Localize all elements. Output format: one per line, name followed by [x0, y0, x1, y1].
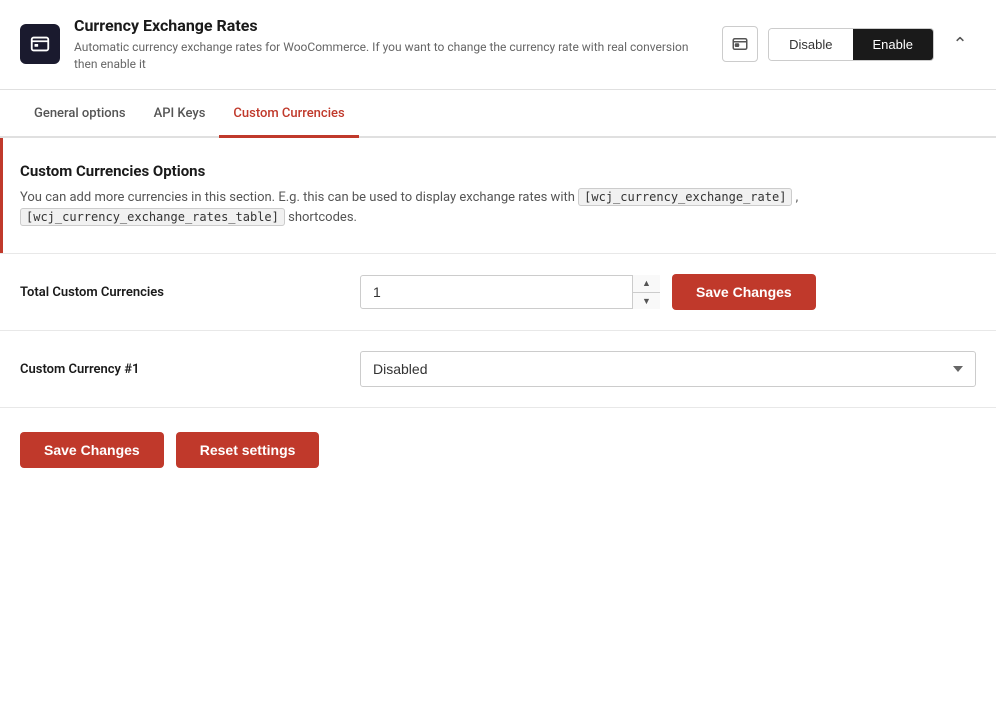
number-input-wrapper: ▲ ▼	[360, 275, 660, 309]
spin-down-button[interactable]: ▼	[633, 293, 660, 310]
spin-buttons: ▲ ▼	[632, 275, 660, 309]
enable-disable-toggle: Disable Enable	[768, 28, 934, 61]
custom-currency-1-select[interactable]: Disabled EUR USD GBP	[360, 351, 976, 387]
header-controls: Disable Enable ⌃	[722, 26, 976, 62]
tab-api-keys[interactable]: API Keys	[140, 90, 220, 138]
shortcode-2: [wcj_currency_exchange_rates_table]	[20, 208, 285, 226]
save-changes-button-inline[interactable]: Save Changes	[672, 274, 816, 310]
total-custom-currencies-row: Total Custom Currencies ▲ ▼ Save Changes	[0, 254, 996, 331]
enable-button[interactable]: Enable	[853, 29, 933, 60]
spin-up-button[interactable]: ▲	[633, 275, 660, 293]
plugin-info: Currency Exchange Rates Automatic curren…	[74, 16, 702, 73]
custom-currency-1-row: Custom Currency #1 Disabled EUR USD GBP	[0, 331, 996, 408]
plugin-header: Currency Exchange Rates Automatic curren…	[0, 0, 996, 90]
total-currencies-input[interactable]	[360, 275, 660, 309]
section-title: Custom Currencies Options	[20, 162, 976, 180]
plugin-settings-icon-btn[interactable]	[722, 26, 758, 62]
section-description: You can add more currencies in this sect…	[20, 188, 976, 230]
custom-currency-1-label: Custom Currency #1	[20, 362, 360, 377]
reset-settings-button[interactable]: Reset settings	[176, 432, 320, 468]
total-currencies-label: Total Custom Currencies	[20, 285, 360, 300]
disable-button[interactable]: Disable	[769, 29, 852, 60]
plugin-description: Automatic currency exchange rates for Wo…	[74, 39, 702, 73]
save-changes-button-footer[interactable]: Save Changes	[20, 432, 164, 468]
collapse-button[interactable]: ⌃	[944, 28, 976, 60]
total-currencies-control: ▲ ▼ Save Changes	[360, 274, 976, 310]
tab-general-options[interactable]: General options	[20, 90, 140, 138]
custom-currencies-section: Custom Currencies Options You can add mo…	[0, 138, 996, 255]
footer-actions: Save Changes Reset settings	[0, 408, 996, 492]
shortcode-1: [wcj_currency_exchange_rate]	[578, 188, 792, 206]
content-area: Custom Currencies Options You can add mo…	[0, 138, 996, 493]
tab-custom-currencies[interactable]: Custom Currencies	[219, 90, 358, 138]
tabs-bar: General options API Keys Custom Currenci…	[0, 90, 996, 138]
custom-currency-1-control: Disabled EUR USD GBP	[360, 351, 976, 387]
plugin-icon	[20, 24, 60, 64]
plugin-title: Currency Exchange Rates	[74, 16, 702, 35]
